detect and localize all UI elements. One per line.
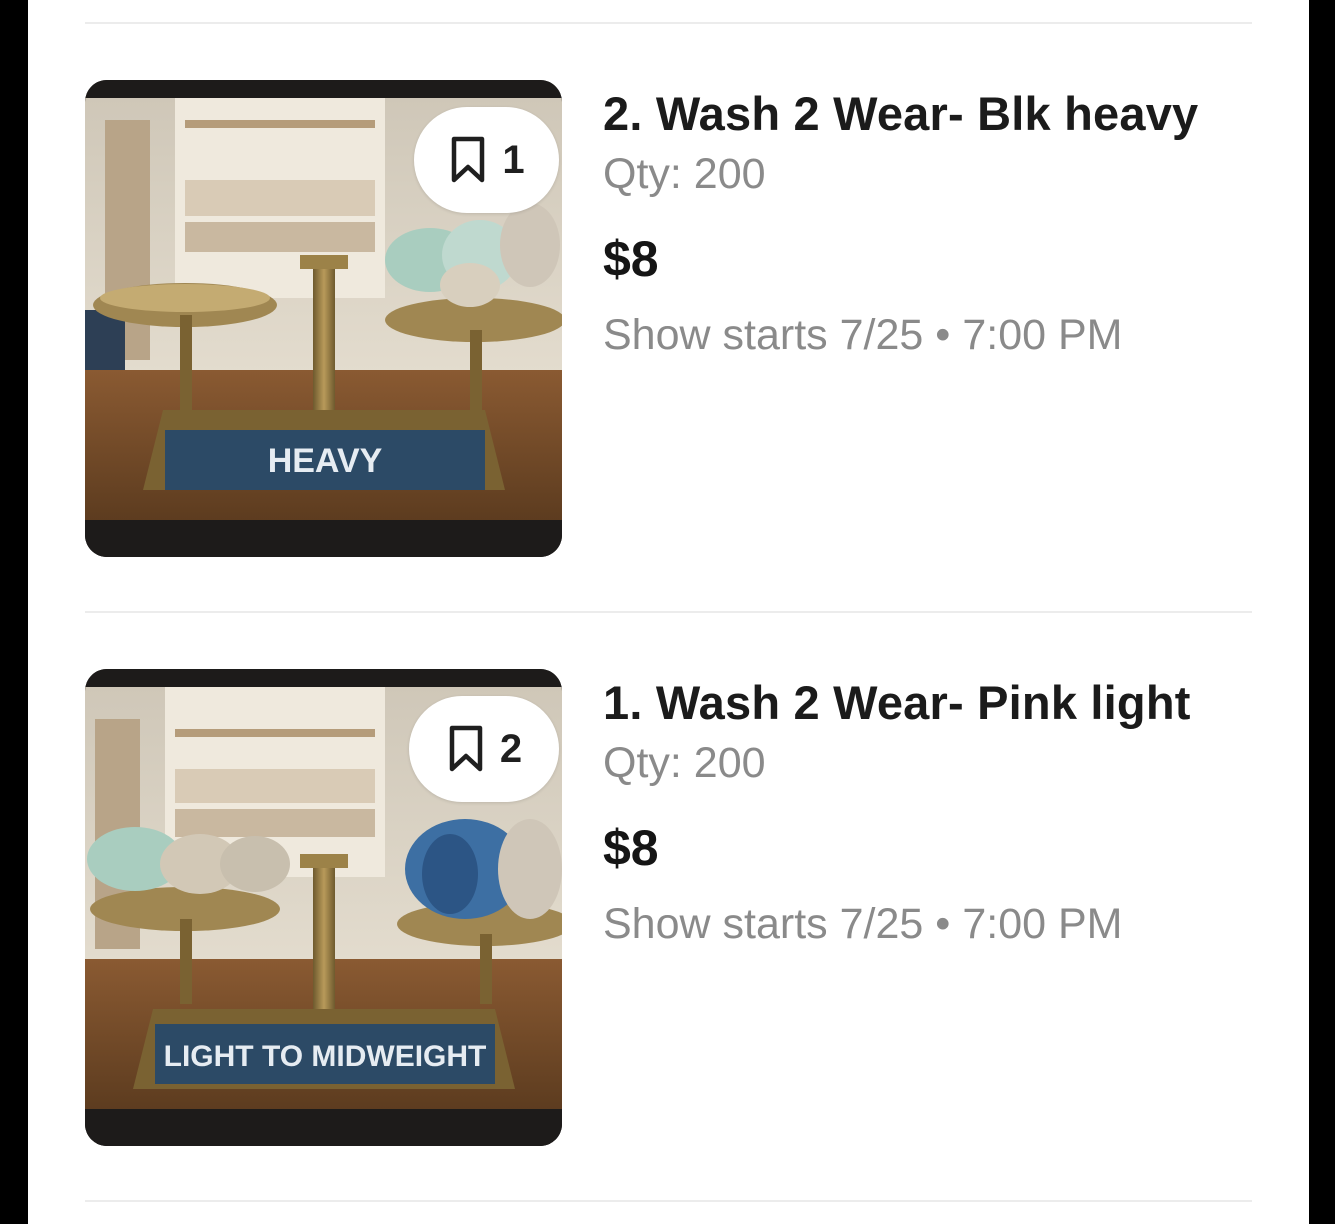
divider [85, 611, 1252, 613]
show-time: 7:00 PM [962, 311, 1123, 359]
listing-feed: HEAVY 1 2. Wash 2 Wear- Blk heavy Qty: 2… [28, 0, 1309, 1224]
show-start-label: Show starts 7/25 [603, 311, 924, 359]
bookmark-icon [449, 725, 483, 772]
listing-quantity: Qty: 200 [603, 150, 766, 198]
bookmark-count: 2 [499, 727, 523, 771]
show-start-time: Show starts 7/25 • 7:00 PM [603, 900, 1122, 949]
listing-card[interactable]: LIGHT TO MIDWEIGHT 2 1. Wash 2 Wear- Pin… [85, 669, 1265, 1147]
show-start-label: Show starts 7/25 [603, 900, 924, 948]
listing-title[interactable]: 2. Wash 2 Wear- Blk heavy [603, 86, 1198, 141]
image-sign-text: LIGHT TO MIDWEIGHT [164, 1040, 487, 1073]
separator-dot: • [935, 311, 951, 359]
listing-card[interactable]: HEAVY 1 2. Wash 2 Wear- Blk heavy Qty: 2… [85, 80, 1265, 558]
divider [85, 1200, 1252, 1202]
image-sign-text: HEAVY [268, 442, 383, 480]
bookmark-badge[interactable]: 2 [409, 696, 559, 802]
separator-dot: • [935, 900, 951, 948]
show-time: 7:00 PM [962, 900, 1123, 948]
divider [85, 22, 1252, 24]
listing-price: $8 [603, 820, 659, 876]
bookmark-icon [452, 136, 485, 183]
bookmark-count: 1 [502, 138, 525, 182]
listing-price: $8 [603, 231, 659, 287]
show-start-time: Show starts 7/25 • 7:00 PM [603, 311, 1122, 360]
listing-quantity: Qty: 200 [603, 739, 766, 787]
bookmark-badge[interactable]: 1 [414, 107, 559, 213]
listing-title[interactable]: 1. Wash 2 Wear- Pink light [603, 675, 1191, 730]
